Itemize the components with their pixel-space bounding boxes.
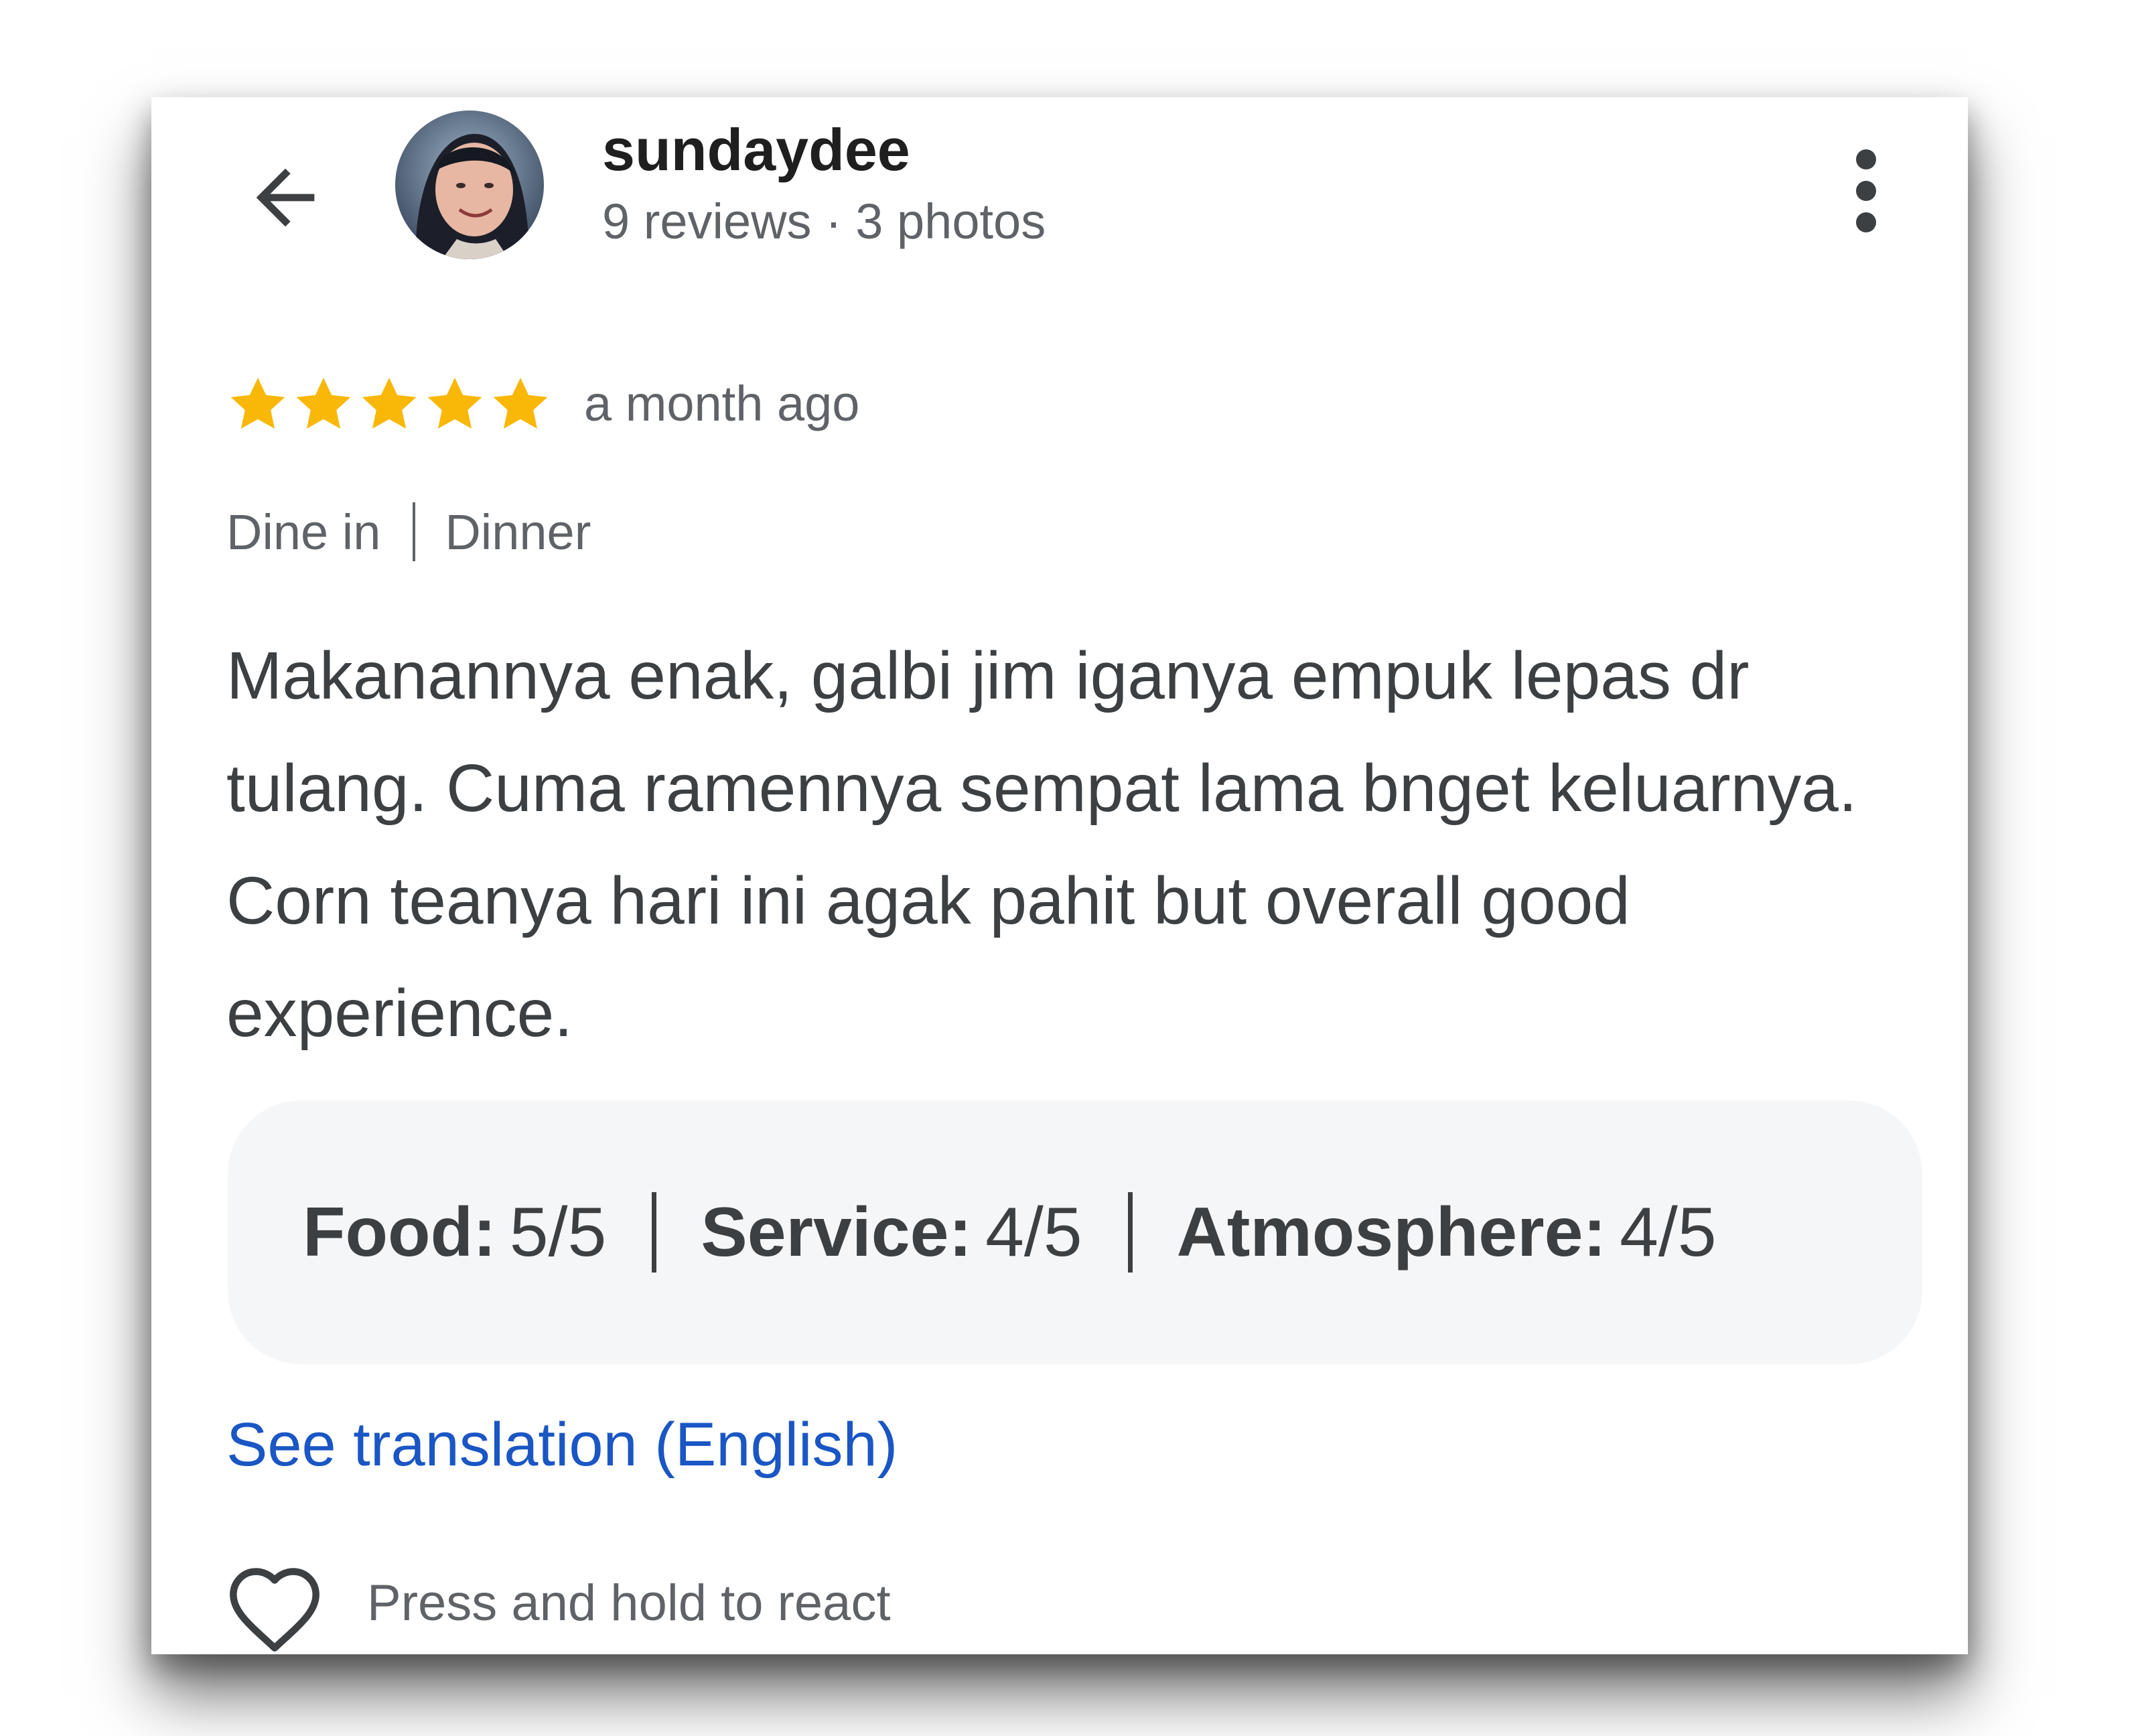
star-icon xyxy=(230,378,285,429)
tag-divider xyxy=(413,502,416,561)
tag-dinner: Dinner xyxy=(445,504,591,560)
react-hint-text: Press and hold to react xyxy=(367,1575,891,1632)
visit-tags: Dine in Dinner xyxy=(226,502,591,561)
back-button[interactable] xyxy=(232,144,339,251)
star-icon xyxy=(493,378,548,429)
review-date: a month ago xyxy=(584,376,860,431)
more-options-button[interactable] xyxy=(1826,137,1906,244)
avatar[interactable] xyxy=(395,111,544,259)
rating-divider xyxy=(652,1192,657,1273)
heart-outline-icon xyxy=(230,1568,319,1652)
star-icon xyxy=(296,378,351,429)
food-rating-value: 5/5 xyxy=(509,1193,607,1271)
react-button[interactable] xyxy=(225,1563,324,1654)
see-translation-link[interactable]: See translation (English) xyxy=(226,1410,898,1480)
review-body: Makanannya enak, galbi jim iganya empuk … xyxy=(226,638,1857,1051)
review-card: sundaydee 9 reviews · 3 photos a month a… xyxy=(151,97,1968,1654)
service-rating-value: 4/5 xyxy=(985,1193,1082,1271)
reviewer-stats: 9 reviews · 3 photos xyxy=(602,194,1046,249)
star-icon xyxy=(427,378,482,429)
screenshot-stage: sundaydee 9 reviews · 3 photos a month a… xyxy=(0,0,2134,1736)
more-vert-icon xyxy=(1856,149,1876,232)
service-rating-label: Service: xyxy=(701,1193,973,1271)
star-icon xyxy=(362,378,417,429)
rating-divider xyxy=(1127,1192,1133,1273)
user-avatar-photo xyxy=(395,111,544,259)
star-rating xyxy=(226,373,552,440)
tag-dine-in: Dine in xyxy=(226,504,381,560)
atmosphere-rating-label: Atmosphere: xyxy=(1176,1193,1607,1271)
reviewer-name[interactable]: sundaydee xyxy=(602,116,910,184)
arrow-left-icon xyxy=(256,168,315,227)
sub-ratings-row: Food: 5/5 Service: 4/5 Atmosphere: 4/5 xyxy=(303,1100,1717,1364)
sub-ratings-panel: Food: 5/5 Service: 4/5 Atmosphere: 4/5 xyxy=(228,1100,1922,1364)
food-rating-label: Food: xyxy=(303,1193,496,1271)
atmosphere-rating-value: 4/5 xyxy=(1620,1193,1717,1271)
